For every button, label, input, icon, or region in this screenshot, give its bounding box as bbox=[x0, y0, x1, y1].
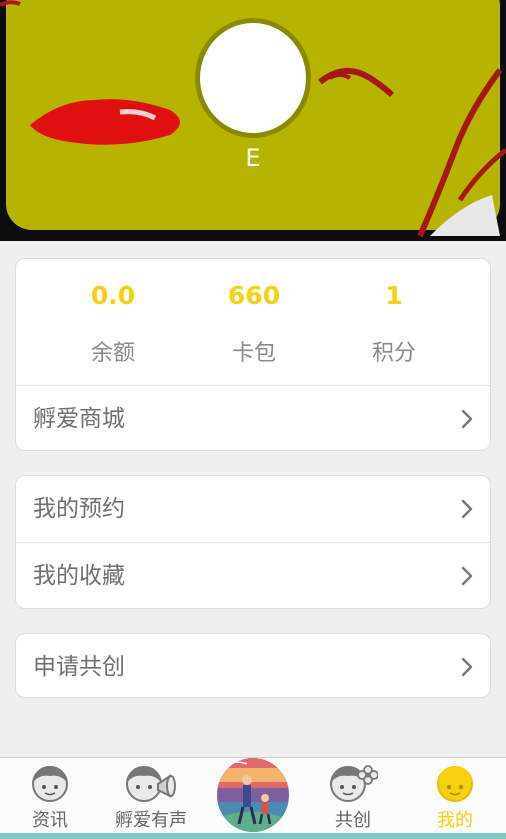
menu-item-appointments[interactable]: 我的预约 bbox=[16, 476, 490, 542]
menu-item-mall[interactable]: 孵爱商城 bbox=[16, 386, 490, 450]
chevron-right-icon bbox=[461, 409, 473, 429]
menu-item-label: 孵爱商城 bbox=[33, 406, 125, 432]
chevron-right-icon bbox=[461, 566, 473, 586]
stat-value: 660 bbox=[227, 281, 281, 310]
tab-label: 共创 bbox=[335, 810, 371, 831]
menu-item-apply-cocreate[interactable]: 申请共创 bbox=[16, 634, 490, 697]
menu-item-label: 我的预约 bbox=[33, 496, 125, 522]
chevron-right-icon bbox=[461, 657, 473, 677]
apply-card: 申请共创 bbox=[15, 633, 491, 698]
tab-audio[interactable]: 孵爱有声 bbox=[101, 758, 201, 834]
avatar[interactable] bbox=[195, 18, 311, 138]
bottom-stripe bbox=[0, 833, 506, 839]
face-icon bbox=[437, 766, 473, 802]
username: E bbox=[245, 144, 261, 172]
tab-mine[interactable]: 我的 bbox=[405, 758, 505, 834]
center-illustration-icon bbox=[217, 758, 289, 832]
stat-label: 余额 bbox=[90, 341, 135, 366]
tab-label: 我的 bbox=[437, 810, 473, 831]
menu-item-label: 申请共创 bbox=[33, 654, 125, 680]
stat-label: 卡包 bbox=[231, 341, 276, 366]
tab-label: 孵爱有声 bbox=[115, 810, 187, 831]
face-icon bbox=[32, 766, 68, 802]
stat-value: 0.0 bbox=[90, 281, 136, 310]
stats-row: 0.0 余额 660 卡包 1 积分 bbox=[16, 259, 490, 385]
center-feature-button[interactable] bbox=[217, 758, 289, 832]
stat-balance[interactable]: 0.0 余额 bbox=[43, 259, 183, 385]
account-card: 0.0 余额 660 卡包 1 积分 孵爱商城 bbox=[15, 258, 491, 451]
menu-item-label: 我的收藏 bbox=[33, 563, 125, 589]
stat-label: 积分 bbox=[371, 341, 416, 366]
chevron-right-icon bbox=[461, 499, 473, 519]
stat-value: 1 bbox=[385, 281, 403, 310]
tab-news[interactable]: 资讯 bbox=[0, 758, 100, 834]
tab-label: 资讯 bbox=[32, 810, 68, 831]
stat-card-wallet[interactable]: 660 卡包 bbox=[184, 259, 324, 385]
profile-header: E bbox=[0, 0, 506, 241]
menu-item-favorites[interactable]: 我的收藏 bbox=[16, 543, 490, 608]
stat-points[interactable]: 1 积分 bbox=[324, 259, 464, 385]
my-list-card: 我的预约 我的收藏 bbox=[15, 475, 491, 609]
face-flower-icon bbox=[330, 765, 378, 802]
tab-cocreate[interactable]: 共创 bbox=[303, 758, 403, 834]
face-megaphone-icon bbox=[126, 766, 176, 802]
